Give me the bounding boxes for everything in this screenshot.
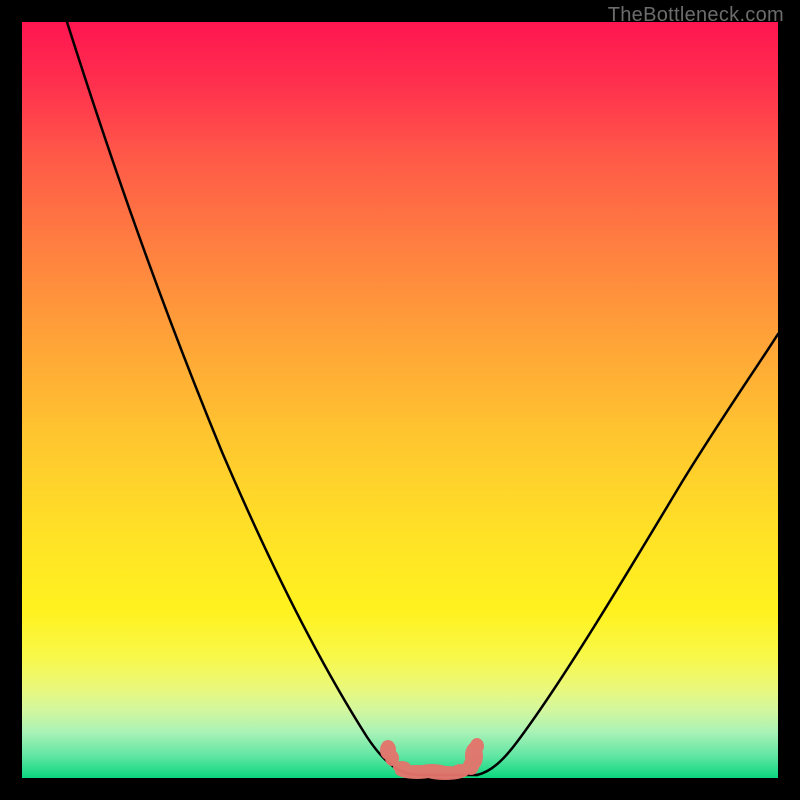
watermark-text: TheBottleneck.com: [608, 4, 784, 27]
chart-plot-area: [22, 22, 778, 778]
optimal-marker-cluster: [377, 734, 507, 780]
bottleneck-curve: [22, 22, 778, 778]
curve-left-branch: [67, 22, 417, 775]
curve-right-branch: [477, 334, 778, 775]
